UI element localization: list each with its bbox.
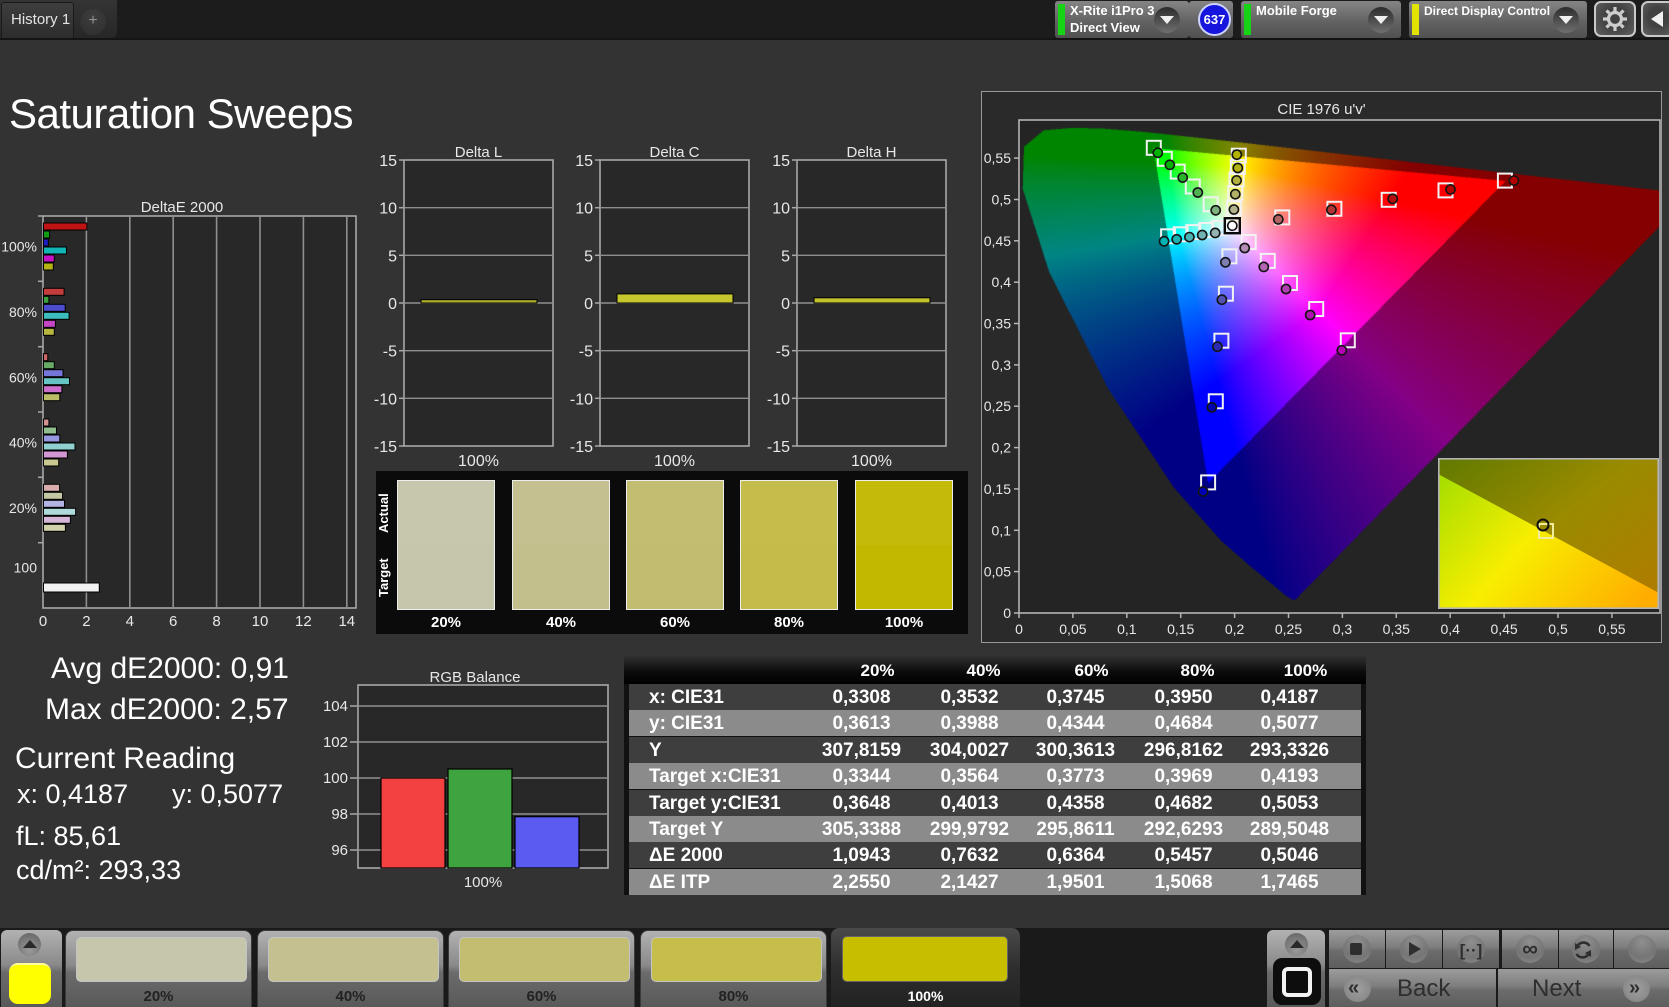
svg-text:15: 15 bbox=[575, 153, 593, 170]
svg-text:0,5: 0,5 bbox=[1548, 621, 1568, 637]
svg-text:Delta L: Delta L bbox=[455, 144, 503, 161]
svg-text:98: 98 bbox=[331, 806, 348, 823]
svg-text:4: 4 bbox=[126, 613, 134, 630]
svg-text:0,1: 0,1 bbox=[992, 522, 1012, 538]
svg-text:RGB Balance: RGB Balance bbox=[430, 669, 521, 686]
svg-text:6: 6 bbox=[169, 613, 177, 630]
svg-text:2: 2 bbox=[82, 613, 90, 630]
svg-text:0: 0 bbox=[1015, 621, 1023, 637]
svg-text:-15: -15 bbox=[767, 439, 790, 456]
svg-text:0,55: 0,55 bbox=[984, 150, 1011, 166]
svg-text:0,1: 0,1 bbox=[1117, 621, 1137, 637]
svg-text:100: 100 bbox=[323, 770, 348, 787]
svg-text:-15: -15 bbox=[570, 439, 593, 456]
svg-text:10: 10 bbox=[379, 201, 397, 218]
svg-text:100%: 100% bbox=[1, 239, 37, 255]
svg-text:0,4: 0,4 bbox=[992, 274, 1012, 290]
svg-text:10: 10 bbox=[772, 201, 790, 218]
svg-text:-10: -10 bbox=[767, 391, 790, 408]
svg-text:0,25: 0,25 bbox=[984, 398, 1011, 414]
svg-text:0,25: 0,25 bbox=[1275, 621, 1302, 637]
svg-text:15: 15 bbox=[379, 153, 397, 170]
svg-text:0: 0 bbox=[39, 613, 47, 630]
svg-text:-10: -10 bbox=[374, 391, 397, 408]
svg-text:0,15: 0,15 bbox=[1167, 621, 1194, 637]
svg-text:-10: -10 bbox=[570, 391, 593, 408]
svg-text:0: 0 bbox=[1003, 605, 1011, 621]
svg-text:DeltaE 2000: DeltaE 2000 bbox=[141, 199, 224, 216]
svg-text:0,3: 0,3 bbox=[992, 357, 1012, 373]
svg-text:-5: -5 bbox=[776, 344, 790, 361]
svg-text:12: 12 bbox=[295, 613, 312, 630]
svg-text:-5: -5 bbox=[383, 344, 397, 361]
svg-text:10: 10 bbox=[575, 201, 593, 218]
svg-text:5: 5 bbox=[388, 248, 397, 265]
svg-text:0,2: 0,2 bbox=[1225, 621, 1245, 637]
svg-text:100%: 100% bbox=[851, 453, 892, 470]
svg-text:14: 14 bbox=[338, 613, 355, 630]
svg-text:100%: 100% bbox=[654, 453, 695, 470]
svg-text:15: 15 bbox=[772, 153, 790, 170]
svg-text:104: 104 bbox=[323, 698, 348, 715]
svg-text:100%: 100% bbox=[464, 874, 502, 891]
svg-text:0,05: 0,05 bbox=[984, 564, 1011, 580]
svg-text:Delta C: Delta C bbox=[649, 144, 699, 161]
svg-text:Delta H: Delta H bbox=[846, 144, 896, 161]
svg-text:0,4: 0,4 bbox=[1440, 621, 1460, 637]
svg-text:8: 8 bbox=[212, 613, 220, 630]
svg-text:5: 5 bbox=[584, 248, 593, 265]
svg-text:0: 0 bbox=[388, 296, 397, 313]
svg-text:-15: -15 bbox=[374, 439, 397, 456]
svg-text:100: 100 bbox=[14, 559, 38, 575]
svg-text:0,35: 0,35 bbox=[1383, 621, 1410, 637]
svg-text:40%: 40% bbox=[9, 435, 37, 451]
svg-text:0,35: 0,35 bbox=[984, 316, 1011, 332]
svg-text:96: 96 bbox=[331, 842, 348, 859]
svg-text:0,15: 0,15 bbox=[984, 481, 1011, 497]
svg-text:80%: 80% bbox=[9, 304, 37, 320]
svg-text:0,55: 0,55 bbox=[1598, 621, 1625, 637]
svg-text:102: 102 bbox=[323, 734, 348, 751]
svg-text:60%: 60% bbox=[9, 369, 37, 385]
svg-text:0,3: 0,3 bbox=[1333, 621, 1353, 637]
svg-text:20%: 20% bbox=[9, 500, 37, 516]
svg-text:0,2: 0,2 bbox=[992, 440, 1012, 456]
svg-text:100%: 100% bbox=[458, 453, 499, 470]
svg-text:0,5: 0,5 bbox=[992, 192, 1012, 208]
svg-text:0,45: 0,45 bbox=[984, 233, 1011, 249]
svg-text:-5: -5 bbox=[579, 344, 593, 361]
svg-text:0: 0 bbox=[584, 296, 593, 313]
svg-text:0,45: 0,45 bbox=[1490, 621, 1517, 637]
svg-text:5: 5 bbox=[781, 248, 790, 265]
svg-text:0,05: 0,05 bbox=[1059, 621, 1086, 637]
svg-text:10: 10 bbox=[252, 613, 269, 630]
svg-text:0: 0 bbox=[781, 296, 790, 313]
